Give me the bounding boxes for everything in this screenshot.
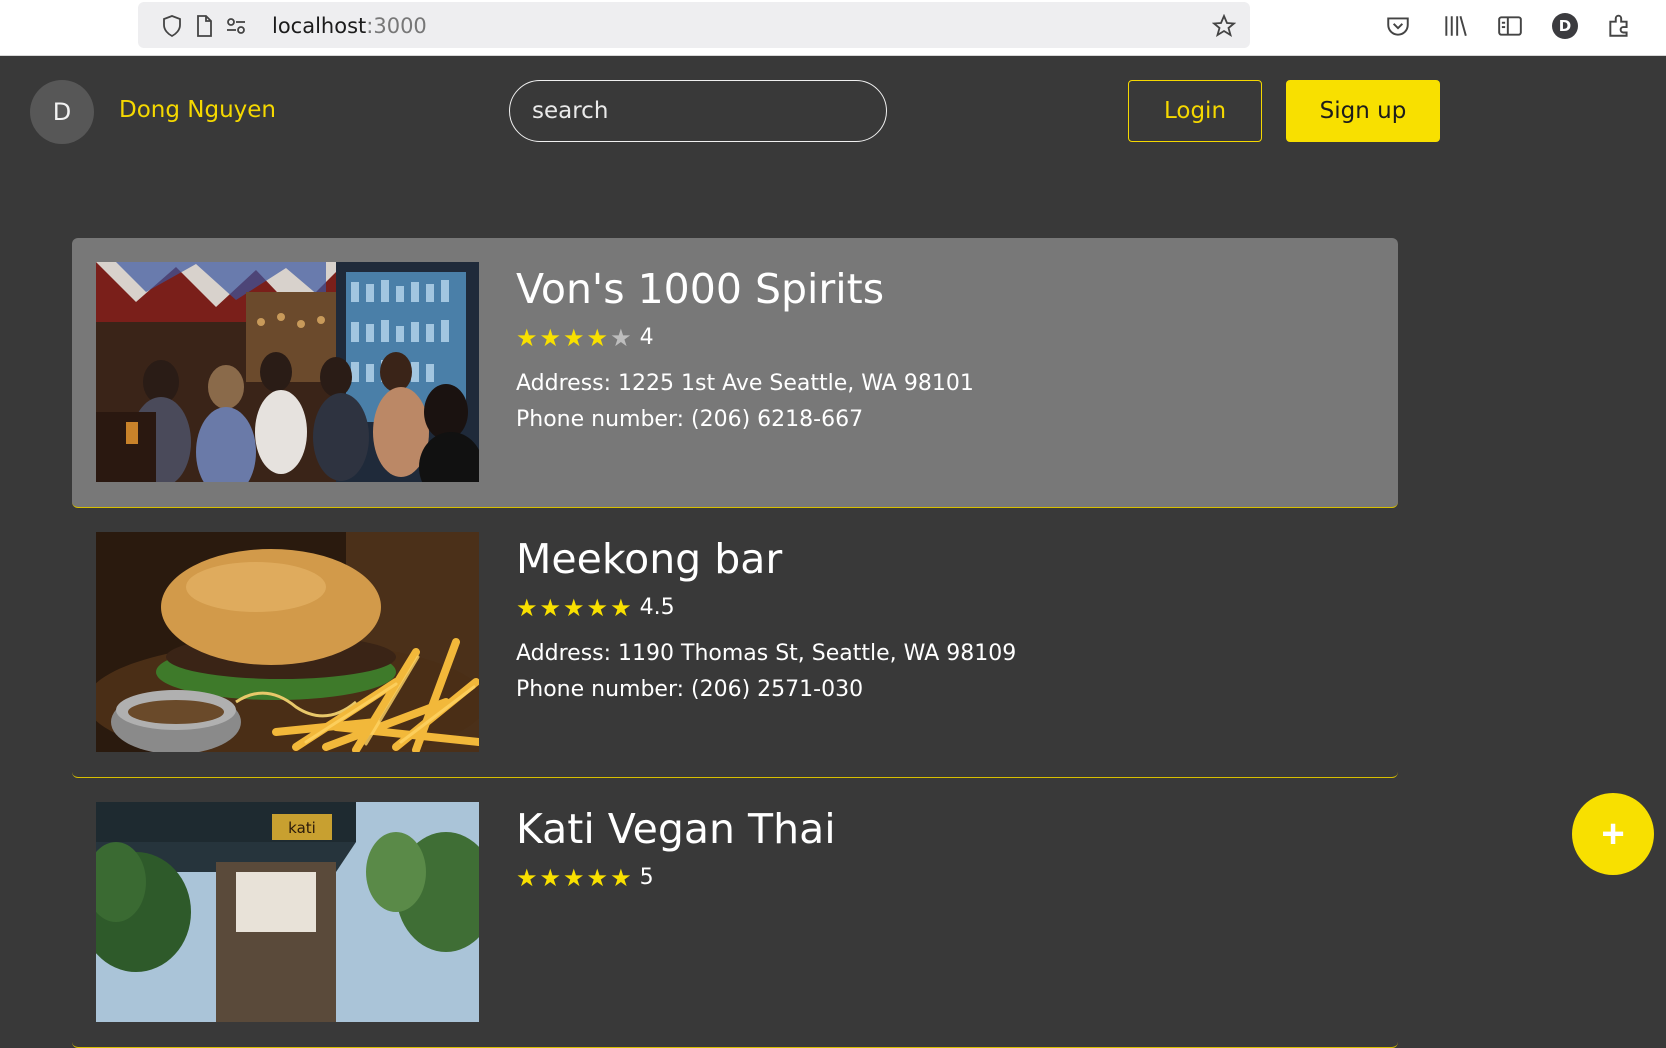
restaurant-phone: Phone number: (206) 2571-030 bbox=[516, 677, 864, 703]
star-icon: ★ bbox=[586, 863, 609, 892]
restaurant-card[interactable]: kati Kati Vegan Thai ★ ★ ★ ★ ★ 5 bbox=[72, 778, 1398, 1048]
browser-toolbar: localhost:3000 D bbox=[0, 0, 1666, 56]
star-icon: ★ bbox=[563, 593, 585, 622]
restaurant-card[interactable]: Von's 1000 Spirits ★ ★ ★ ★ ★ 4 Address: … bbox=[72, 238, 1398, 508]
extensions-icon[interactable] bbox=[1606, 13, 1632, 39]
address-bar[interactable]: localhost:3000 bbox=[138, 2, 1250, 48]
star-icon: ★ bbox=[563, 323, 585, 352]
rating: ★ ★ ★ ★ ★ 4 bbox=[516, 325, 974, 350]
star-icon: ★ bbox=[516, 593, 538, 622]
star-icon: ★ bbox=[610, 593, 632, 622]
restaurant-image[interactable] bbox=[96, 532, 479, 752]
restaurant-info: Von's 1000 Spirits ★ ★ ★ ★ ★ 4 Address: … bbox=[516, 265, 974, 438]
restaurant-address: Address: 1225 1st Ave Seattle, WA 98101 bbox=[516, 371, 974, 397]
restaurant-image[interactable]: kati bbox=[96, 802, 479, 1022]
url-host: localhost bbox=[272, 14, 367, 38]
page-icon[interactable] bbox=[192, 14, 216, 38]
pocket-icon[interactable] bbox=[1385, 13, 1411, 39]
kati-sign-text: kati bbox=[288, 819, 316, 837]
star-icon: ★ bbox=[516, 323, 538, 352]
star-icon: ★ bbox=[563, 863, 585, 892]
bookmark-star-icon[interactable] bbox=[1211, 13, 1237, 38]
add-restaurant-button[interactable]: + bbox=[1572, 793, 1654, 875]
restaurant-name[interactable]: Kati Vegan Thai bbox=[516, 805, 836, 853]
signup-button[interactable]: Sign up bbox=[1286, 80, 1440, 142]
star-icon: ★ bbox=[610, 863, 632, 892]
search-input[interactable] bbox=[509, 80, 887, 142]
url-port: :3000 bbox=[366, 14, 427, 38]
rating: ★ ★ ★ ★ ★ 5 bbox=[516, 865, 836, 890]
rating-value: 5 bbox=[639, 865, 654, 891]
rating-value: 4.5 bbox=[639, 595, 675, 621]
sidebar-icon[interactable] bbox=[1497, 13, 1523, 39]
library-icon[interactable] bbox=[1442, 13, 1468, 39]
rating-stars: ★ ★ ★ ★ ★ bbox=[516, 866, 632, 890]
profile-avatar[interactable]: D bbox=[1552, 13, 1578, 39]
star-icon: ★ bbox=[586, 323, 609, 352]
restaurant-card[interactable]: Meekong bar ★ ★ ★ ★ ★ 4.5 Address: 1190 … bbox=[72, 508, 1398, 778]
restaurant-info: Kati Vegan Thai ★ ★ ★ ★ ★ 5 bbox=[516, 805, 836, 890]
restaurant-image[interactable] bbox=[96, 262, 479, 482]
star-empty-icon: ★ bbox=[610, 323, 632, 352]
restaurant-info: Meekong bar ★ ★ ★ ★ ★ 4.5 Address: 1190 … bbox=[516, 535, 1017, 708]
star-icon: ★ bbox=[539, 863, 562, 892]
restaurant-name[interactable]: Meekong bar bbox=[516, 535, 1016, 583]
star-icon: ★ bbox=[516, 863, 538, 892]
rating: ★ ★ ★ ★ ★ 4.5 bbox=[516, 595, 1016, 620]
rating-value: 4 bbox=[639, 325, 654, 351]
user-name[interactable]: Dong Nguyen bbox=[119, 97, 276, 123]
site-settings-icon[interactable] bbox=[224, 14, 248, 38]
rating-stars: ★ ★ ★ ★ ★ bbox=[516, 326, 632, 350]
shield-icon[interactable] bbox=[160, 14, 184, 38]
star-icon: ★ bbox=[586, 593, 609, 622]
login-button[interactable]: Login bbox=[1128, 80, 1262, 142]
restaurant-name[interactable]: Von's 1000 Spirits bbox=[516, 265, 974, 313]
restaurant-address: Address: 1190 Thomas St, Seattle, WA 981… bbox=[516, 641, 1017, 667]
star-icon: ★ bbox=[539, 593, 562, 622]
restaurant-phone: Phone number: (206) 6218-667 bbox=[516, 407, 864, 433]
url-text[interactable]: localhost:3000 bbox=[272, 14, 427, 38]
user-avatar[interactable]: D bbox=[30, 80, 94, 144]
star-icon: ★ bbox=[539, 323, 562, 352]
rating-stars: ★ ★ ★ ★ ★ bbox=[516, 596, 632, 620]
